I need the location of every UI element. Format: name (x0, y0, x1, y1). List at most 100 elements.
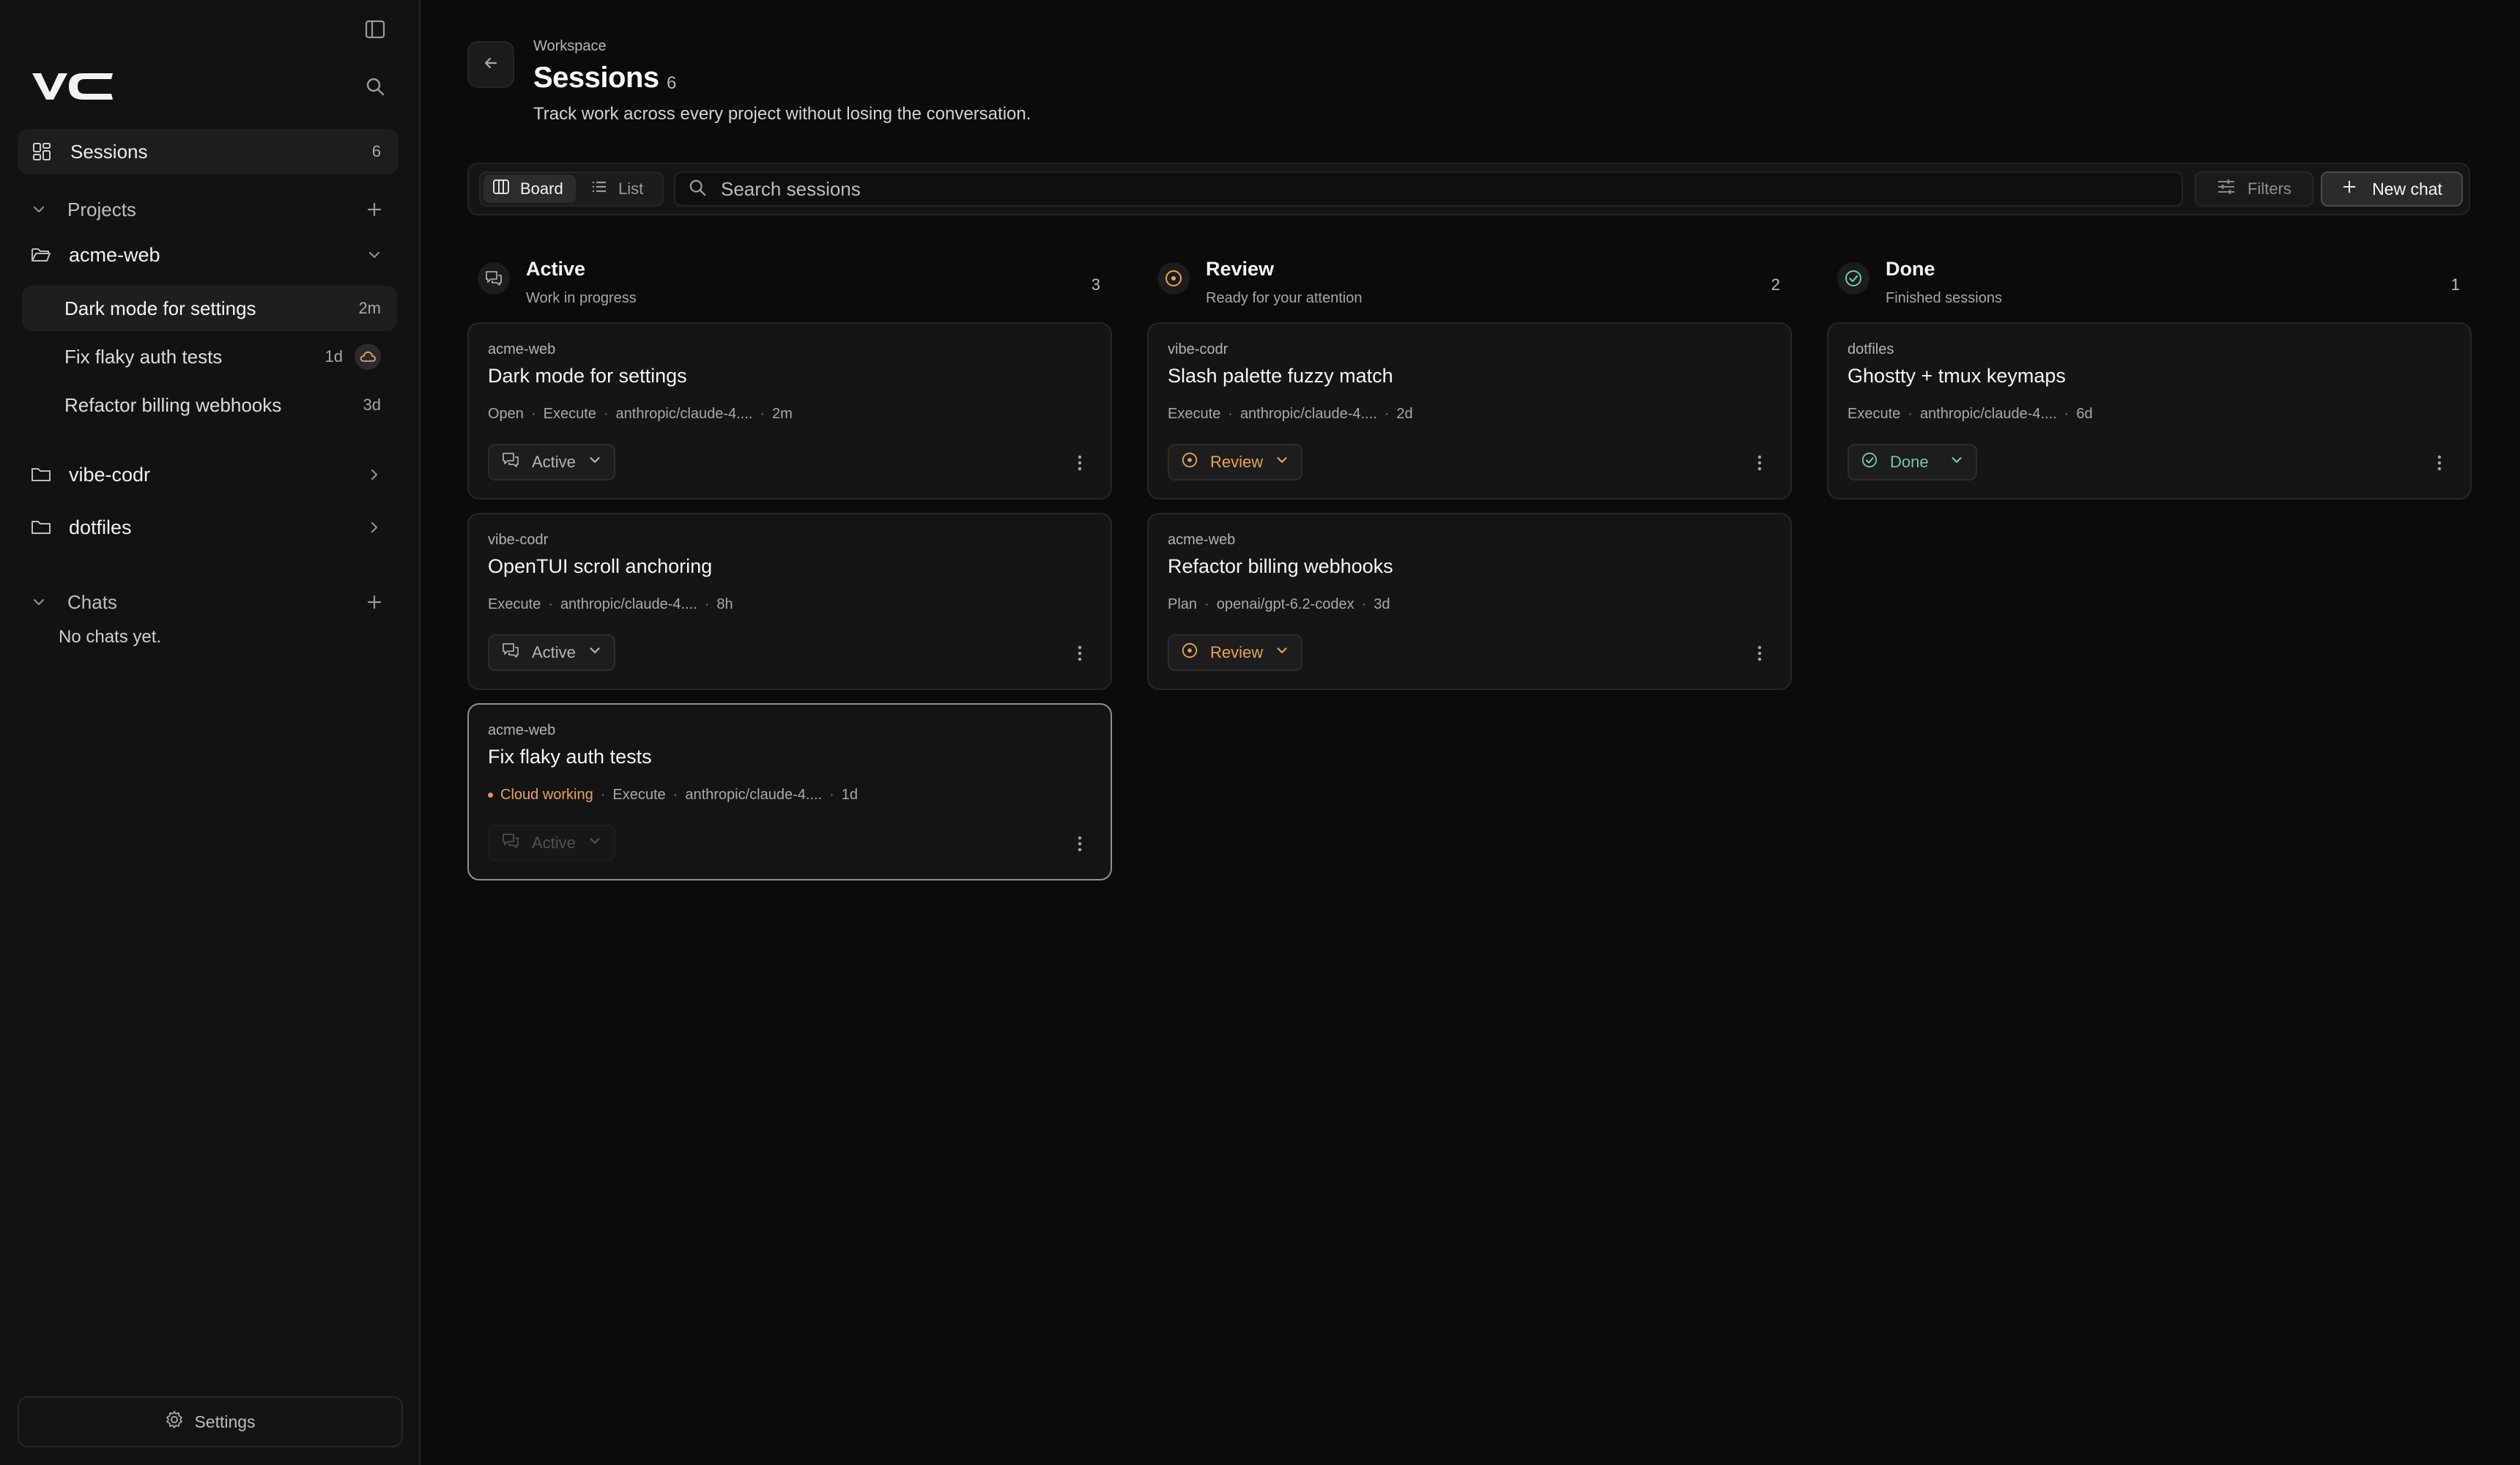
card-meta-age: 8h (716, 596, 733, 612)
list-view-button[interactable]: List (582, 175, 659, 203)
card-meta: Plan · openai/gpt-6.2-codex · 3d (1168, 596, 1390, 612)
sidebar-item-sessions[interactable]: Sessions 6 (18, 129, 399, 174)
new-chat-button[interactable]: New chat (2321, 171, 2463, 207)
app-window: Sessions 6 Projects acme-web Dark mode f… (0, 0, 2520, 1465)
card-meta-mode: Plan (1168, 596, 1198, 612)
main-content: Workspace Sessions 6 Track work across e… (420, 0, 2520, 1465)
more-options-icon[interactable] (1071, 640, 1089, 667)
more-options-icon[interactable] (1071, 450, 1089, 476)
chevron-down-icon (588, 643, 602, 662)
project-dotfiles[interactable]: dotfiles (18, 507, 399, 548)
card-project: acme-web (1168, 532, 1236, 548)
chevron-down-icon (588, 834, 602, 853)
sliders-icon (2217, 178, 2236, 200)
sidebar-item-dark-mode-for-settings[interactable]: Dark mode for settings 2m (22, 286, 397, 331)
column-done: Done Finished sessions 1 dotfiles Ghostt… (1827, 249, 2472, 500)
column-title: Done (1886, 258, 1935, 280)
card-meta: Execute · anthropic/claude-4.... · 6d (1848, 406, 2093, 422)
card-meta-model: openai/gpt-6.2-codex (1216, 596, 1354, 612)
card-meta: Execute · anthropic/claude-4.... · 8h (488, 596, 733, 612)
card-project: vibe-codr (1168, 341, 1228, 357)
breadcrumb: Workspace (533, 38, 607, 54)
status-dropdown[interactable]: Done (1848, 444, 1977, 481)
add-project-icon[interactable] (363, 201, 385, 218)
card-title: Ghostty + tmux keymaps (1848, 365, 2066, 387)
view-switcher: Board List (479, 171, 664, 207)
check-circle-icon (1861, 451, 1878, 473)
search-icon[interactable] (362, 73, 388, 100)
status-dropdown[interactable]: Review (1168, 444, 1303, 481)
card-meta-age: 6d (2076, 406, 2093, 422)
filters-label: Filters (2247, 179, 2291, 198)
session-age: 3d (363, 396, 381, 414)
projects-section-header[interactable]: Projects (18, 192, 399, 227)
session-card[interactable]: vibe-codr Slash palette fuzzy match Exec… (1147, 322, 1792, 500)
status-dropdown[interactable]: Active (488, 444, 615, 481)
sidebar-item-fix-flaky-auth-tests[interactable]: Fix flaky auth tests 1d (22, 334, 397, 379)
sessions-total-count: 6 (667, 73, 677, 93)
session-card[interactable]: acme-web Fix flaky auth tests Cloud work… (467, 703, 1112, 880)
card-meta-mode: Execute (543, 406, 596, 422)
more-options-icon[interactable] (1751, 450, 1768, 476)
session-age: 2m (358, 299, 381, 317)
status-label: Active (532, 453, 576, 471)
column-header: Active Work in progress 3 (467, 249, 1112, 322)
session-card[interactable]: dotfiles Ghostty + tmux keymaps Execute ·… (1827, 322, 2472, 500)
chevron-down-icon (31, 594, 51, 610)
card-project: vibe-codr (488, 532, 549, 548)
column-count: 2 (1771, 275, 1780, 294)
status-dropdown[interactable]: Active (488, 634, 615, 671)
sidebar-item-label: Sessions (70, 140, 148, 163)
chevron-down-icon (1275, 453, 1289, 472)
column-review: Review Ready for your attention 2 vibe-c… (1147, 249, 1792, 690)
sidebar-item-refactor-billing-webhooks[interactable]: Refactor billing webhooks 3d (22, 382, 397, 428)
column-header: Done Finished sessions 1 (1827, 249, 2472, 322)
card-project: dotfiles (1848, 341, 1894, 357)
project-vibe-codr[interactable]: vibe-codr (18, 454, 399, 495)
plus-icon (2341, 179, 2357, 199)
settings-button[interactable]: Settings (18, 1396, 403, 1447)
card-meta-model: anthropic/claude-4.... (685, 787, 823, 803)
grid-icon (31, 141, 53, 163)
board-view-button[interactable]: Board (483, 175, 576, 203)
chats-label: Chats (67, 590, 117, 613)
chevron-right-icon (363, 467, 385, 483)
chats-empty-message: No chats yet. (59, 627, 162, 647)
card-meta: Execute · anthropic/claude-4.... · 2d (1168, 406, 1413, 422)
filters-button[interactable]: Filters (2195, 171, 2313, 207)
session-card[interactable]: vibe-codr OpenTUI scroll anchoring Execu… (467, 513, 1112, 690)
chats-section-header[interactable]: Chats (18, 585, 399, 620)
project-name: vibe-codr (69, 463, 151, 486)
session-card[interactable]: acme-web Dark mode for settings Open · Ex… (467, 322, 1112, 500)
card-meta-mode: Execute (1168, 406, 1221, 422)
page-title: Sessions (533, 62, 659, 94)
card-title: Dark mode for settings (488, 365, 687, 387)
board-label: Board (520, 179, 563, 198)
search-input[interactable] (721, 177, 2168, 201)
project-acme-web[interactable]: acme-web (18, 234, 399, 275)
session-label: Dark mode for settings (64, 297, 256, 319)
card-meta-model: anthropic/claude-4.... (560, 596, 697, 612)
review-circle-icon (1181, 642, 1198, 664)
list-label: List (618, 179, 644, 198)
status-dropdown[interactable]: Review (1168, 634, 1303, 671)
card-meta-age: 3d (1374, 596, 1390, 612)
more-options-icon[interactable] (2431, 450, 2448, 476)
sidebar-toggle-icon[interactable] (362, 16, 388, 42)
list-icon (590, 178, 608, 200)
card-meta-age: 2m (772, 406, 793, 422)
session-card[interactable]: acme-web Refactor billing webhooks Plan ·… (1147, 513, 1792, 690)
status-dropdown[interactable]: Active (488, 825, 615, 861)
column-count: 1 (2450, 275, 2460, 294)
card-meta-model: anthropic/claude-4.... (615, 406, 753, 422)
card-meta-age: 2d (1396, 406, 1413, 422)
back-button[interactable] (467, 41, 514, 88)
add-chat-icon[interactable] (363, 593, 385, 611)
more-options-icon[interactable] (1751, 640, 1768, 667)
more-options-icon[interactable] (1071, 831, 1089, 857)
review-circle-icon (1181, 451, 1198, 473)
cloud-working-label: Cloud working (500, 787, 593, 803)
card-meta-model: anthropic/claude-4.... (1239, 406, 1377, 422)
project-name: dotfiles (69, 516, 132, 538)
check-circle-icon (1837, 262, 1869, 294)
